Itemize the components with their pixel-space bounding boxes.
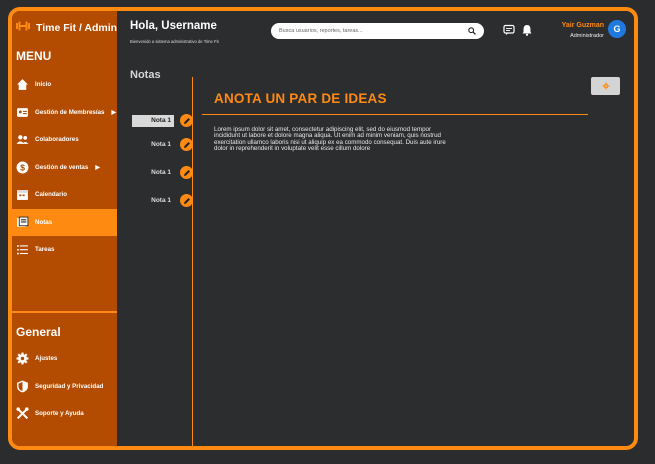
sidebar-item-label: Inicio (35, 81, 52, 89)
chevron-right-icon: ▶ (95, 164, 100, 171)
sidebar-item-label: Notas (35, 218, 53, 226)
top-bar: Hola, Username Bienvenido a sistema admi… (117, 11, 634, 57)
tasks-icon (16, 243, 29, 256)
dumbbell-icon (16, 21, 30, 34)
sidebar-item-calendario[interactable]: Calendario (12, 181, 117, 209)
note-tab[interactable]: Nota 1 (132, 139, 174, 151)
brand[interactable]: Time Fit / Admin (16, 21, 117, 34)
shield-icon (16, 380, 29, 393)
sidebar-item-colaboradores[interactable]: Colaboradores (12, 126, 117, 154)
notes-divider (192, 77, 193, 446)
tools-icon (16, 407, 29, 420)
sidebar-item-membresias[interactable]: Gestión de Membresías ▶ (12, 99, 117, 127)
sidebar-item-notas[interactable]: Notas (12, 208, 117, 236)
app-frame: Time Fit / Admin MENU Inicio Gestión de … (8, 7, 638, 450)
gear-icon (602, 82, 609, 90)
sidebar-item-label: Calendario (35, 191, 67, 199)
dollar-icon: $ (16, 161, 29, 174)
notes-icon (16, 216, 29, 229)
sidebar-item-label: Soporte y Ayuda (35, 410, 84, 418)
users-icon (16, 133, 29, 146)
id-card-icon (16, 106, 29, 119)
note-tab[interactable]: Nota 1 (132, 114, 174, 127)
brand-title: Time Fit / Admin (36, 21, 118, 34)
greeting: Hola, Username (130, 20, 217, 32)
user-role: Administrador (570, 33, 604, 39)
sidebar-item-ventas[interactable]: $ Gestión de ventas ▶ (12, 154, 117, 182)
svg-text:$: $ (20, 162, 25, 172)
pencil-icon (183, 117, 190, 124)
edit-note-button[interactable] (180, 114, 193, 127)
calendar-icon (16, 188, 29, 201)
sidebar-item-tareas[interactable]: Tareas (12, 236, 117, 264)
gear-icon (16, 352, 29, 365)
note-list-item: Nota 1 (132, 114, 193, 127)
note-title-underline (202, 114, 588, 115)
chevron-right-icon: ▶ (111, 109, 117, 116)
search-bar[interactable] (271, 23, 484, 39)
greeting-subtitle: Bienvenido a sistema administrativo de T… (130, 39, 219, 44)
sidebar-item-label: Seguridad y Privacidad (35, 382, 104, 390)
note-tab[interactable]: Nota 1 (132, 195, 174, 207)
note-list-item: Nota 1 (132, 138, 193, 151)
edit-note-button[interactable] (180, 138, 193, 151)
pencil-icon (183, 141, 190, 148)
general-title: General (16, 325, 61, 339)
menu-title: MENU (16, 49, 52, 63)
note-title: ANOTA UN PAR DE IDEAS (214, 91, 387, 106)
note-list-item: Nota 1 (132, 166, 193, 179)
user-name: Yair Guzman (561, 22, 604, 29)
sidebar-item-ajustes[interactable]: Ajustes (12, 345, 117, 373)
search-input[interactable] (279, 28, 468, 34)
sidebar-item-label: Ajustes (35, 355, 58, 363)
sidebar-item-label: Tareas (35, 246, 55, 254)
sidebar-item-label: Gestión de Membresías (35, 108, 105, 116)
sidebar-item-inicio[interactable]: Inicio (12, 71, 117, 99)
note-settings-button[interactable] (591, 77, 620, 95)
sidebar: Time Fit / Admin MENU Inicio Gestión de … (12, 11, 117, 446)
sidebar-item-seguridad[interactable]: Seguridad y Privacidad (12, 373, 117, 401)
edit-note-button[interactable] (180, 194, 193, 207)
sidebar-item-label: Gestión de ventas (35, 163, 89, 171)
pencil-icon (183, 169, 190, 176)
sidebar-item-soporte[interactable]: Soporte y Ayuda (12, 400, 117, 428)
edit-note-button[interactable] (180, 166, 193, 179)
notes-column-title: Notas (130, 69, 161, 81)
home-icon (16, 78, 29, 91)
note-tab[interactable]: Nota 1 (132, 167, 174, 179)
pencil-icon (183, 197, 190, 204)
sidebar-item-label: Colaboradores (35, 136, 79, 144)
note-body[interactable]: Lorem ipsum dolor sit amet, consectetur … (214, 126, 446, 153)
sidebar-divider (12, 311, 117, 313)
sidebar-nav: Inicio Gestión de Membresías ▶ Colaborad… (12, 71, 117, 264)
avatar[interactable]: G (608, 20, 626, 38)
chat-icon[interactable] (503, 24, 515, 36)
bell-icon[interactable] (521, 24, 533, 36)
general-nav: Ajustes Seguridad y Privacidad Soporte y… (12, 345, 117, 428)
note-list-item: Nota 1 (132, 194, 193, 207)
search-icon[interactable] (468, 27, 476, 35)
